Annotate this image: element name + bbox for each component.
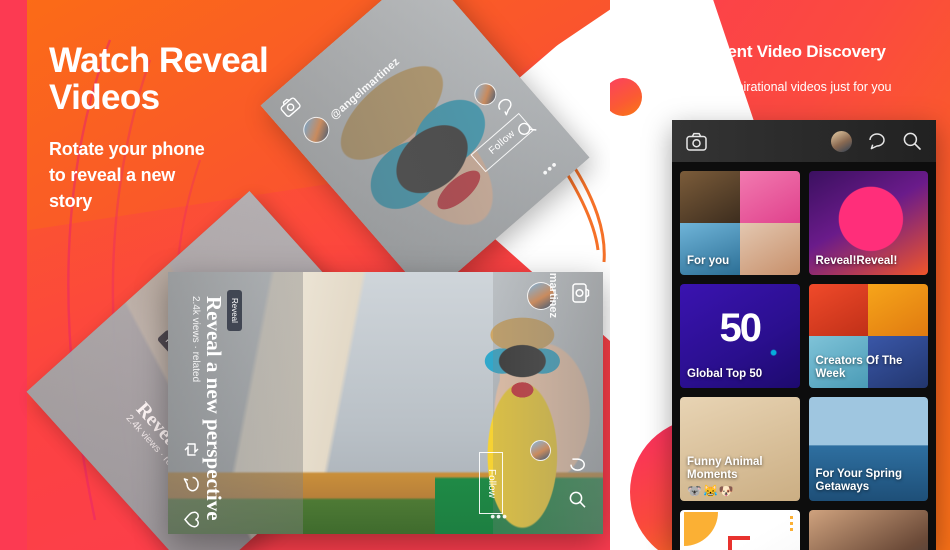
camera-icon[interactable] — [572, 283, 590, 303]
video-meta: 2.4k views · related — [190, 296, 201, 383]
follow-button[interactable]: Follow — [479, 452, 503, 514]
comment-icon[interactable] — [182, 475, 201, 494]
page-subtitle: Rotate your phone to reveal a new story — [49, 139, 205, 212]
discovery-card[interactable]: Creators Of The Week — [808, 284, 928, 388]
card-label: For you — [687, 255, 730, 268]
card-shape-red — [728, 536, 750, 550]
discovery-card[interactable]: Reveal!Reveal! — [808, 171, 928, 275]
reveal-badge: Reveal — [227, 290, 242, 331]
search-icon[interactable] — [568, 490, 587, 509]
camera-icon[interactable] — [686, 132, 707, 151]
heart-icon[interactable] — [182, 510, 201, 529]
discovery-card[interactable]: Funny Animal Moments 🐨😹🐶 — [680, 397, 800, 501]
card-label: Funny Animal Moments — [687, 455, 763, 482]
chat-bubble-icon[interactable] — [867, 131, 887, 151]
follow-button-label: Follow — [485, 468, 497, 498]
card-shape-yellow — [684, 512, 718, 546]
left-promo-panel: Watch Reveal Videos Rotate your phone to… — [0, 0, 610, 550]
right-title: Intelligent Video Discovery — [674, 42, 886, 61]
discovery-card[interactable] — [808, 510, 928, 550]
left-pink-strip — [0, 0, 27, 550]
top-bar-actions — [831, 130, 922, 152]
card-big-number: 50 — [719, 306, 762, 350]
discovery-card[interactable]: For you — [680, 171, 800, 275]
app-top-bar — [672, 120, 936, 162]
card-label: Global Top 50 — [687, 368, 763, 381]
landscape-phone-mockup: Reveal Reveal a new perspective 2.4k vie… — [168, 272, 603, 534]
card-emoji: 🐨😹🐶 — [687, 484, 735, 498]
right-subtitle: Discover inspirational videos just for y… — [668, 80, 892, 94]
avatar-secondary[interactable] — [530, 440, 551, 461]
username-label: @angel martinez — [547, 272, 559, 318]
card-dots — [789, 516, 793, 532]
feature-graphic: Watch Reveal Videos Rotate your phone to… — [0, 0, 950, 550]
avatar[interactable] — [831, 130, 852, 152]
card-label: Reveal!Reveal! — [815, 255, 898, 268]
discovery-grid: For you Reveal!Reveal! 50 Global Top 50 … — [680, 162, 928, 550]
reveal-badge-label: Reveal — [230, 298, 239, 323]
action-icon-group — [182, 440, 201, 529]
discovery-card[interactable]: 50 Global Top 50 — [680, 284, 800, 388]
right-promo-panel: Intelligent Video Discovery Discover ins… — [610, 0, 950, 550]
phone-screen: For you Reveal!Reveal! 50 Global Top 50 … — [672, 120, 936, 550]
reply-icon[interactable] — [568, 456, 587, 475]
card-label: For Your Spring Getaways — [815, 467, 902, 494]
video-title: Reveal a new perspective — [202, 296, 226, 521]
discovery-card[interactable] — [680, 510, 800, 550]
discovery-card[interactable]: For Your Spring Getaways — [808, 397, 928, 501]
card-label: Creators Of The Week — [815, 354, 903, 381]
repost-icon[interactable] — [182, 440, 201, 459]
search-icon[interactable] — [902, 131, 922, 151]
more-options[interactable]: ••• — [490, 508, 508, 524]
